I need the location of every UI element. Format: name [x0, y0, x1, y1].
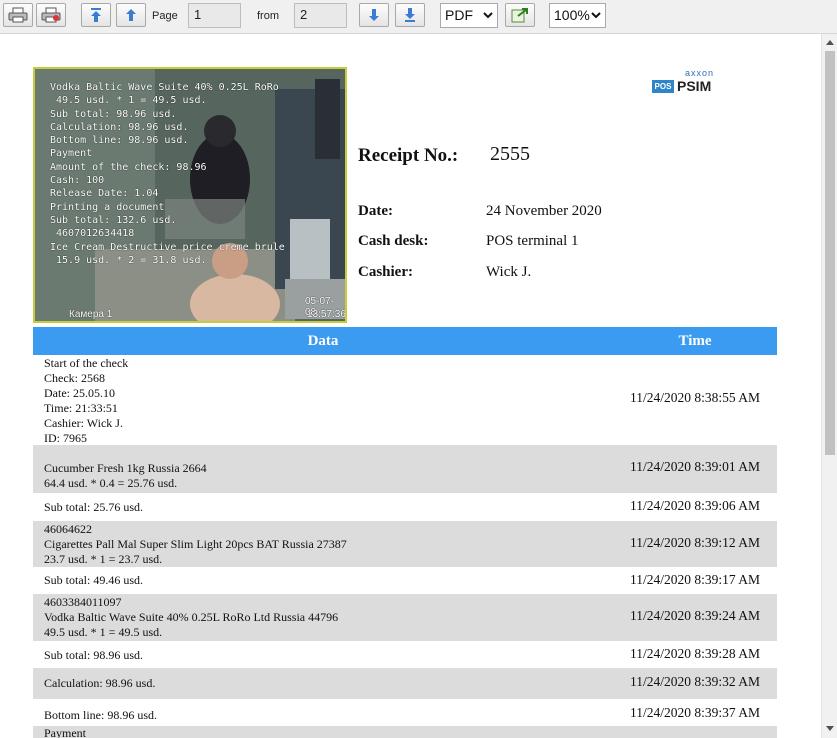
camera-receipt-overlay: Vodka Baltic Wave Suite 40% 0.25L RoRo 4… [50, 82, 285, 266]
scroll-up-icon[interactable] [826, 39, 834, 45]
table-row: Sub total: 49.46 usd. 11/24/2020 8:39:17… [33, 567, 777, 594]
vertical-scrollbar[interactable] [821, 34, 837, 738]
row-data: Sub total: 25.76 usd. [44, 500, 144, 514]
zoom-select[interactable]: 100% [549, 3, 606, 28]
cashier-label: Cashier: [358, 264, 413, 280]
first-page-icon [91, 8, 101, 22]
print-preview-button[interactable] [36, 3, 66, 27]
receipt-number: 2555 [490, 143, 530, 165]
table-row: Bottom line: 98.96 usd. 11/24/2020 8:39:… [33, 699, 777, 726]
table-row: Start of the check Check: 2568 Date: 25.… [33, 355, 777, 445]
report-toolbar: Page 1 from 2 PDF 100% [0, 0, 837, 34]
table-row: Payment [33, 726, 777, 738]
row-data: Start of the check Check: 2568 Date: 25.… [44, 356, 129, 445]
camera-name: Камера 1 [69, 309, 113, 320]
column-header-data: Data [307, 333, 339, 349]
cash-desk-label: Cash desk: [358, 233, 429, 249]
row-data: Calculation: 98.96 usd. [44, 676, 156, 690]
arrow-down-icon [369, 9, 379, 21]
next-page-button[interactable] [359, 3, 389, 27]
row-time: 11/24/2020 8:39:32 AM [629, 674, 760, 689]
row-data: 4603384011097 Vodka Baltic Wave Suite 40… [44, 595, 339, 639]
date-value: 24 November 2020 [486, 203, 602, 219]
chevron-down-icon [483, 12, 493, 19]
table-row: Calculation: 98.96 usd. 11/24/2020 8:39:… [33, 668, 777, 699]
total-pages-field: 2 [294, 3, 347, 28]
axxon-psim-logo: axxon POS PSIM [652, 68, 732, 98]
row-time: 11/24/2020 8:39:37 AM [629, 705, 760, 720]
row-data: Sub total: 49.46 usd. [44, 573, 144, 587]
zoom-value: 100% [554, 7, 590, 23]
logo-product: PSIM [677, 78, 712, 94]
page-number-input[interactable]: 1 [188, 3, 241, 28]
export-format-value: PDF [445, 7, 473, 23]
row-data: Payment [44, 726, 86, 738]
row-time: 11/24/2020 8:39:24 AM [629, 608, 760, 623]
arrow-up-icon [126, 9, 136, 21]
column-header-time: Time [678, 333, 712, 349]
table-row: 46064622 Cigarettes Pall Mal Super Slim … [33, 521, 777, 567]
last-page-icon [405, 8, 415, 22]
row-data: Bottom line: 98.96 usd. [44, 708, 158, 722]
row-time: 11/24/2020 8:39:01 AM [629, 459, 760, 474]
table-row: Sub total: 98.96 usd. 11/24/2020 8:39:28… [33, 641, 777, 668]
row-data: Cucumber Fresh 1kg Russia 2664 64.4 usd.… [44, 461, 207, 490]
table-row: Sub total: 25.76 usd. 11/24/2020 8:39:06… [33, 493, 777, 521]
export-icon [511, 8, 528, 23]
row-time: 11/24/2020 8:39:28 AM [629, 646, 760, 661]
last-page-button[interactable] [395, 3, 425, 27]
row-time: 11/24/2020 8:39:17 AM [629, 572, 760, 587]
first-page-button[interactable] [81, 3, 111, 27]
print-button[interactable] [3, 3, 33, 27]
chevron-down-icon [591, 12, 601, 19]
camera-snapshot: Vodka Baltic Wave Suite 40% 0.25L RoRo 4… [33, 67, 347, 323]
table-row: 4603384011097 Vodka Baltic Wave Suite 40… [33, 594, 777, 641]
date-label: Date: [358, 203, 393, 219]
page-label: Page [152, 10, 178, 22]
table-row: Cucumber Fresh 1kg Russia 2664 64.4 usd.… [33, 445, 777, 493]
export-format-select[interactable]: PDF [440, 3, 498, 28]
row-data: 46064622 Cigarettes Pall Mal Super Slim … [44, 522, 347, 566]
printer-setup-icon [41, 7, 61, 23]
scroll-down-icon[interactable] [826, 726, 834, 732]
report-page: Vodka Baltic Wave Suite 40% 0.25L RoRo 4… [0, 34, 821, 738]
logo-brand: axxon [685, 68, 715, 78]
cash-desk-value: POS terminal 1 [486, 233, 579, 249]
scrollbar-thumb[interactable] [825, 51, 835, 455]
export-button[interactable] [505, 3, 535, 27]
camera-time-stamp: 13:57:36 [307, 309, 346, 320]
from-label: from [257, 10, 279, 22]
cashier-value: Wick J. [486, 264, 532, 280]
table-header: Data Time [33, 327, 777, 355]
receipt-events-table: Data Time Start of the check Check: 2568… [33, 327, 777, 738]
logo-pos-badge: POS [652, 80, 674, 93]
row-time: 11/24/2020 8:38:55 AM [629, 390, 760, 405]
row-data: Sub total: 98.96 usd. [44, 648, 144, 662]
row-time: 11/24/2020 8:39:06 AM [629, 498, 760, 513]
receipt-number-label: Receipt No.: [358, 145, 459, 166]
row-time: 11/24/2020 8:39:12 AM [629, 535, 760, 550]
previous-page-button[interactable] [116, 3, 146, 27]
printer-icon [8, 7, 28, 23]
